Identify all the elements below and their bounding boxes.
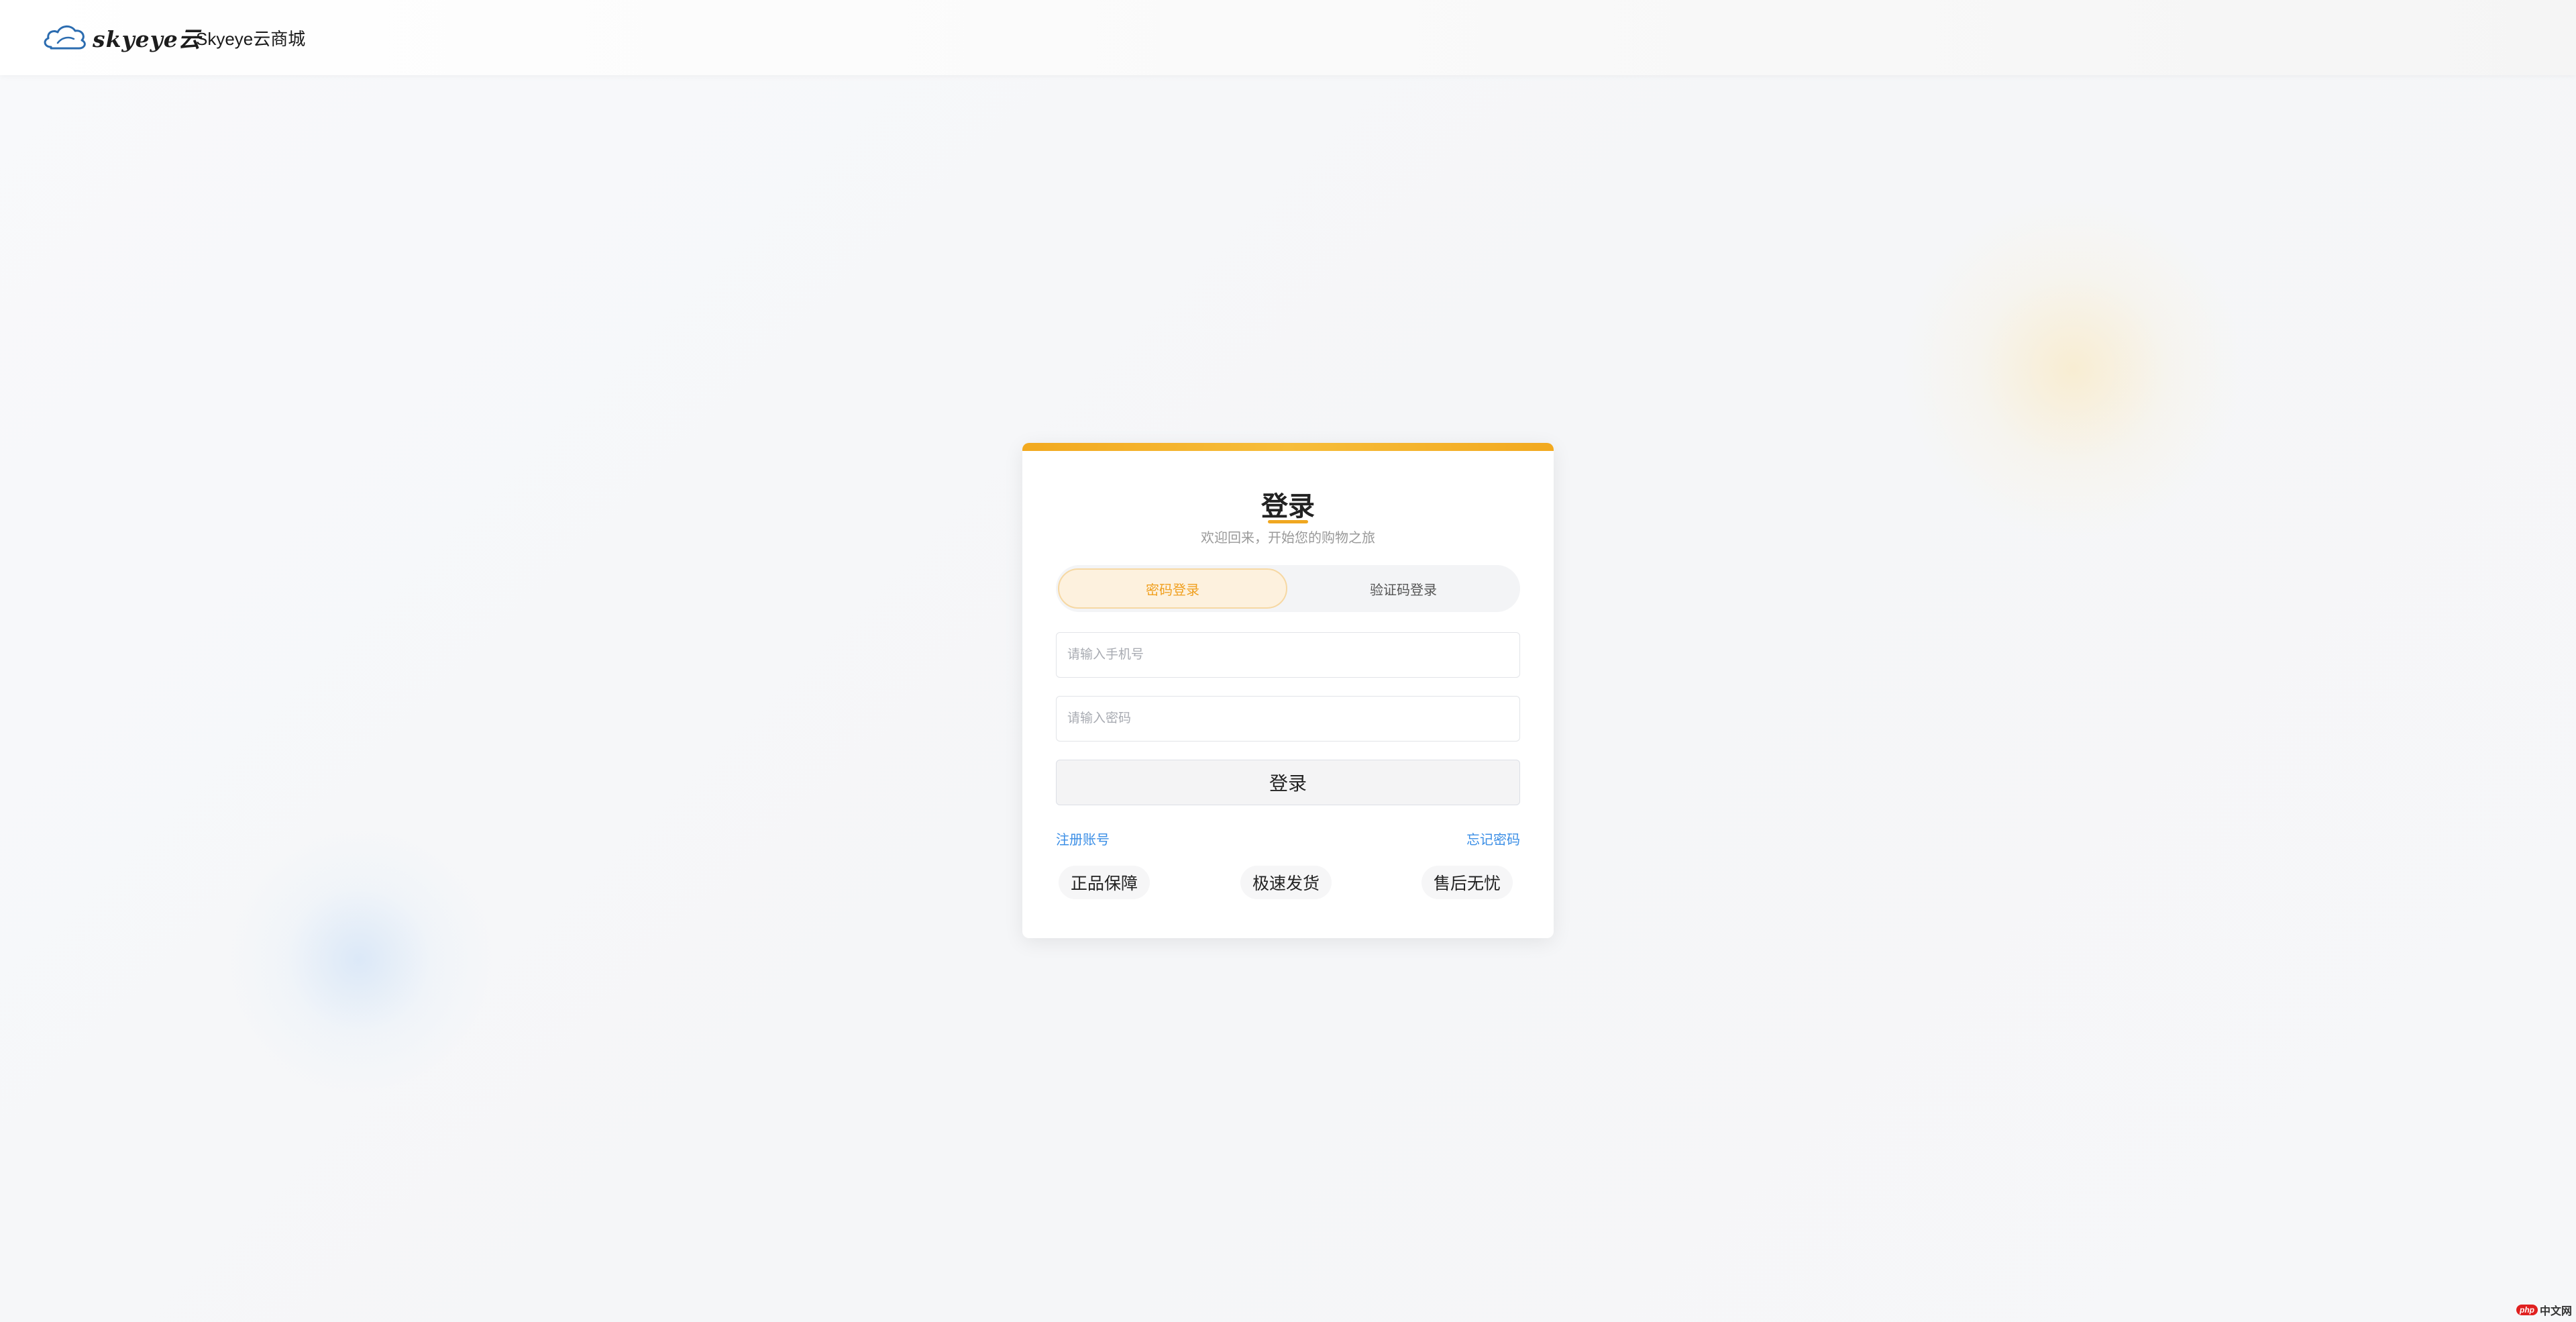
feature-badge-authentic: 正品保障 <box>1059 866 1150 899</box>
tab-code-login[interactable]: 验证码登录 <box>1289 568 1518 609</box>
site-logo[interactable]: skyeye云 <box>42 19 201 56</box>
top-header: skyeye云 Skyeye云商城 <box>0 0 2576 75</box>
login-card: 登录 欢迎回来，开始您的购物之旅 密码登录 验证码登录 登录 注册账号 忘记密码… <box>1022 443 1554 938</box>
feature-badge-fast-shipping: 极速发货 <box>1240 866 1332 899</box>
login-title: 登录 <box>1261 492 1315 521</box>
login-subtitle: 欢迎回来，开始您的购物之旅 <box>1201 531 1375 546</box>
watermark-text: 中文网 <box>2539 1306 2572 1317</box>
login-mode-tabs: 密码登录 验证码登录 <box>1056 565 1520 612</box>
feature-badge-after-sales: 售后无忧 <box>1421 866 1513 899</box>
card-accent-bar <box>1022 443 1554 451</box>
cloud-logo-icon <box>44 26 86 50</box>
logo-text: skyeye云 <box>93 26 201 52</box>
forgot-password-link[interactable]: 忘记密码 <box>1466 829 1520 848</box>
register-link[interactable]: 注册账号 <box>1056 829 1110 848</box>
phone-input[interactable] <box>1056 632 1520 678</box>
brand-name: Skyeye云商城 <box>196 29 306 49</box>
tab-password-login[interactable]: 密码登录 <box>1058 568 1287 609</box>
title-underline <box>1268 520 1308 523</box>
login-button[interactable]: 登录 <box>1056 760 1520 805</box>
watermark-badge: php <box>2516 1305 2538 1315</box>
site-watermark: php 中文网 <box>2516 1302 2572 1318</box>
password-input[interactable] <box>1056 696 1520 742</box>
login-page: skyeye云 Skyeye云商城 登录 欢迎回来，开始您的购物之旅 密码登录 … <box>0 0 2576 1322</box>
